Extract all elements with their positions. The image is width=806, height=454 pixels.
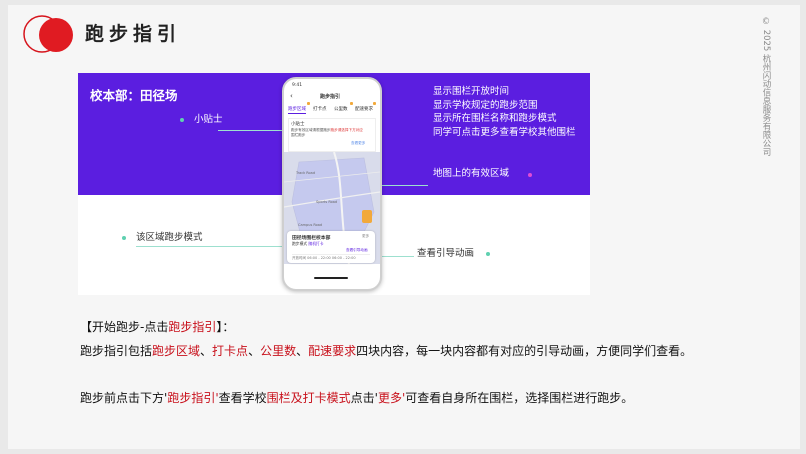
tip-card-text-2: 围栏跑步 — [291, 133, 306, 137]
phone-mockup: 9:41 ‹ 跑步指引 跑步区域 打卡点 公里数 配速要求 小贴士 跑步有效区域… — [282, 77, 382, 291]
map-area-callout-dot — [528, 173, 532, 177]
description-line-1: 跑步指引包括跑步区域、打卡点、公里数、配速要求四块内容，每一块内容都有对应的引导… — [80, 342, 692, 359]
guide-anim-callout: 查看引导动画 — [417, 248, 475, 259]
open-time-value: 06:00 - 22:00 06:00 - 22:00 — [307, 256, 356, 260]
line2-highlight: 更多' — [377, 391, 406, 405]
tip-card-title: 小贴士 — [291, 122, 305, 127]
tip-text-part: 跑步有效区域请根据跑步 — [291, 128, 331, 132]
fence-card-title: 田径场围栏校本部 — [292, 236, 331, 241]
status-time: 9:41 — [292, 83, 303, 88]
separator: 、 — [296, 344, 309, 358]
fence-open-time: 开放时间 06:00 - 22:00 06:00 - 22:00 — [292, 256, 356, 261]
tip-more-link[interactable]: 查看更多 — [351, 141, 365, 146]
copyright-text: © 2025 杭州闪动信息服务有限公司 — [761, 17, 771, 157]
item-running-area: 跑步区域 — [152, 344, 201, 358]
screen-title: 跑步指引 — [320, 94, 341, 100]
right-top-line-1: 显示围栏开放时间 — [433, 86, 510, 97]
fence-mode-label: 跑步模式 — [292, 241, 308, 246]
run-mode-callout: 该区域跑步模式 — [136, 232, 203, 243]
line2-part: 可查看自身所在围栏，选择围栏进行跑步。 — [405, 391, 634, 405]
heading-highlight: 跑步指引 — [168, 320, 217, 334]
guide-anim-callout-dot — [486, 252, 490, 256]
map-area-callout-line — [378, 185, 428, 186]
line1-suffix: 四块内容，每一块内容都有对应的引导动画，方便同学们查看。 — [356, 344, 693, 358]
map-road-label: Sports Road — [316, 200, 338, 204]
right-top-line-2: 显示学校规定的跑步范围 — [433, 99, 538, 111]
heading-suffix: 】： — [216, 320, 235, 334]
line1-prefix: 跑步指引包括 — [80, 344, 153, 358]
separator: 、 — [200, 344, 213, 358]
screenshot-panel: 校本部：田径场 小贴士 显示围栏开放时间 显示学校规定的跑步范围 显示所在围栏名… — [78, 73, 590, 295]
right-top-callout: 显示围栏开放时间 显示学校规定的跑步范围 显示所在围栏名称和跑步模式 同学可点击… — [433, 85, 576, 139]
venue-label: 校本部：田径场 — [90, 89, 178, 103]
fence-more-button[interactable]: 更多 — [362, 234, 369, 239]
tip-callout: 小贴士 — [194, 114, 223, 125]
line2-part: 查看学校 — [218, 391, 267, 405]
tab-badge — [307, 102, 310, 105]
page-title: 跑步指引 — [85, 23, 182, 45]
item-pace: 配速要求 — [308, 344, 357, 358]
tab-checkpoints[interactable]: 打卡点 — [313, 106, 327, 112]
fence-card-divider — [292, 254, 370, 255]
right-top-line-3: 显示所在围栏名称和跑步模式 — [433, 113, 557, 124]
map-road-label: Track Road — [296, 171, 316, 175]
tab-badge — [350, 102, 353, 105]
active-tab-indicator — [288, 113, 306, 114]
chevron-left-icon[interactable]: ‹ — [290, 92, 293, 100]
heading-prefix: 【开始跑步-点击 — [80, 320, 169, 334]
tab-running-area[interactable]: 跑步区域 — [288, 106, 306, 112]
slide: 跑步指引 © 2025 杭州闪动信息服务有限公司 校本部：田径场 小贴士 显示围… — [8, 5, 800, 449]
item-distance: 公里数 — [260, 344, 297, 358]
map-road-label: Campus Road — [298, 223, 323, 227]
run-mode-callout-line — [136, 246, 286, 247]
tab-badge — [373, 102, 376, 105]
fence-mode: 跑步模式 随机打卡 — [292, 241, 324, 247]
brand-logo — [23, 15, 73, 53]
separator: 、 — [248, 344, 261, 358]
line2-highlight: 围栏及打卡模式 — [266, 391, 351, 405]
line2-highlight: 跑步指引' — [167, 391, 219, 405]
tab-pace[interactable]: 配速要求 — [355, 106, 373, 112]
line2-part: 跑步前点击下方' — [80, 391, 168, 405]
fence-mode-value: 随机打卡 — [308, 241, 324, 246]
home-indicator — [314, 277, 348, 279]
item-checkpoints: 打卡点 — [212, 344, 249, 358]
section-heading: 【开始跑步-点击跑步指引】： — [80, 318, 234, 335]
run-mode-callout-dot — [122, 236, 126, 240]
description-line-2: 跑步前点击下方'跑步指引'查看学校围栏及打卡模式点击'更多'可查看自身所在围栏，… — [80, 389, 633, 406]
line2-part: 点击' — [350, 391, 378, 405]
guide-anim-link[interactable]: 查看引导动画 — [346, 248, 368, 253]
tip-text-highlight: 跑步请选择下方对应 — [330, 128, 363, 132]
right-top-line-4: 同学可点击更多查看学校其他围栏 — [433, 126, 576, 138]
tip-callout-line — [218, 130, 288, 131]
map-area-callout: 地图上的有效区域 — [433, 168, 510, 179]
tab-distance[interactable]: 公里数 — [334, 106, 348, 112]
open-time-label: 开放时间 — [292, 256, 306, 260]
tip-callout-dot — [180, 118, 184, 122]
